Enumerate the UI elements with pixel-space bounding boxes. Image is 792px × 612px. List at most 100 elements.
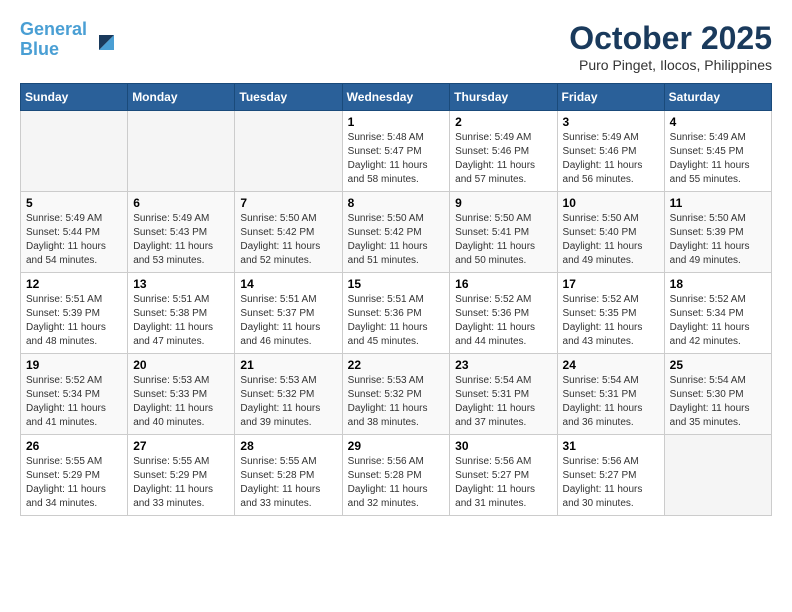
weekday-header-monday: Monday (128, 84, 235, 111)
day-info: Sunrise: 5:52 AM Sunset: 5:36 PM Dayligh… (455, 293, 551, 349)
day-number: 25 (670, 358, 766, 372)
calendar-cell: 2Sunrise: 5:49 AM Sunset: 5:46 PM Daylig… (450, 111, 557, 192)
calendar-cell: 11 Sunrise: 5:50 AM Sunset: 5:39 PM Dayli… (664, 192, 771, 273)
day-number: 5 (26, 196, 122, 210)
page-container: General Blue October 2025 Puro Pinget, I… (0, 0, 792, 526)
day-number: 28 (240, 439, 336, 453)
day-info: Sunrise: 5:51 AM Sunset: 5:36 PM Dayligh… (348, 293, 445, 349)
logo: General Blue (20, 20, 119, 60)
day-number: 16 (455, 277, 551, 291)
day-number: 10 (563, 196, 659, 210)
calendar-cell: 17 Sunrise: 5:52 AM Sunset: 5:35 PM Dayli… (557, 273, 664, 354)
page-header: General Blue October 2025 Puro Pinget, I… (20, 20, 772, 73)
day-info: Sunrise: 5:50 AM Sunset: 5:40 PM Dayligh… (563, 212, 659, 268)
calendar-cell: 26 Sunrise: 5:55 AM Sunset: 5:29 PM Dayli… (21, 435, 128, 516)
day-info: Sunrise: 5:49 AM Sunset: 5:43 PM Dayligh… (133, 212, 229, 268)
calendar-cell: 7 Sunrise: 5:50 AM Sunset: 5:42 PM Daylig… (235, 192, 342, 273)
title-block: October 2025 Puro Pinget, Ilocos, Philip… (569, 20, 772, 73)
day-number: 9 (455, 196, 551, 210)
day-info: Sunrise: 5:48 AM Sunset: 5:47 PM Dayligh… (348, 131, 445, 187)
calendar-cell: 24 Sunrise: 5:54 AM Sunset: 5:31 PM Dayli… (557, 354, 664, 435)
calendar-cell: 14 Sunrise: 5:51 AM Sunset: 5:37 PM Dayli… (235, 273, 342, 354)
calendar-table: SundayMondayTuesdayWednesdayThursdayFrid… (20, 83, 772, 516)
calendar-cell (21, 111, 128, 192)
day-info: Sunrise: 5:56 AM Sunset: 5:28 PM Dayligh… (348, 455, 445, 511)
calendar-cell: 10 Sunrise: 5:50 AM Sunset: 5:40 PM Dayli… (557, 192, 664, 273)
day-number: 20 (133, 358, 229, 372)
day-number: 22 (348, 358, 445, 372)
day-info: Sunrise: 5:54 AM Sunset: 5:30 PM Dayligh… (670, 374, 766, 430)
calendar-cell: 21Sunrise: 5:53 AM Sunset: 5:32 PM Dayli… (235, 354, 342, 435)
calendar-cell: 15 Sunrise: 5:51 AM Sunset: 5:36 PM Dayli… (342, 273, 450, 354)
day-number: 19 (26, 358, 122, 372)
weekday-header-tuesday: Tuesday (235, 84, 342, 111)
calendar-cell (664, 435, 771, 516)
day-info: Sunrise: 5:52 AM Sunset: 5:34 PM Dayligh… (26, 374, 122, 430)
day-info: Sunrise: 5:50 AM Sunset: 5:42 PM Dayligh… (348, 212, 445, 268)
day-number: 26 (26, 439, 122, 453)
day-info: Sunrise: 5:55 AM Sunset: 5:29 PM Dayligh… (26, 455, 122, 511)
calendar-week-4: 26 Sunrise: 5:55 AM Sunset: 5:29 PM Dayli… (21, 435, 772, 516)
weekday-header-row: SundayMondayTuesdayWednesdayThursdayFrid… (21, 84, 772, 111)
day-number: 13 (133, 277, 229, 291)
day-info: Sunrise: 5:54 AM Sunset: 5:31 PM Dayligh… (563, 374, 659, 430)
calendar-cell: 3Sunrise: 5:49 AM Sunset: 5:46 PM Daylig… (557, 111, 664, 192)
logo-line2: Blue (20, 39, 59, 59)
day-number: 2 (455, 115, 551, 129)
calendar-cell (235, 111, 342, 192)
day-number: 11 (670, 196, 766, 210)
calendar-cell: 23Sunrise: 5:54 AM Sunset: 5:31 PM Dayli… (450, 354, 557, 435)
calendar-cell (128, 111, 235, 192)
calendar-cell: 4Sunrise: 5:49 AM Sunset: 5:45 PM Daylig… (664, 111, 771, 192)
calendar-cell: 30 Sunrise: 5:56 AM Sunset: 5:27 PM Dayli… (450, 435, 557, 516)
calendar-cell: 9Sunrise: 5:50 AM Sunset: 5:41 PM Daylig… (450, 192, 557, 273)
day-info: Sunrise: 5:51 AM Sunset: 5:39 PM Dayligh… (26, 293, 122, 349)
calendar-cell: 5Sunrise: 5:49 AM Sunset: 5:44 PM Daylig… (21, 192, 128, 273)
day-number: 3 (563, 115, 659, 129)
day-info: Sunrise: 5:51 AM Sunset: 5:37 PM Dayligh… (240, 293, 336, 349)
day-number: 24 (563, 358, 659, 372)
weekday-header-saturday: Saturday (664, 84, 771, 111)
day-number: 14 (240, 277, 336, 291)
calendar-cell: 31Sunrise: 5:56 AM Sunset: 5:27 PM Dayli… (557, 435, 664, 516)
calendar-cell: 28 Sunrise: 5:55 AM Sunset: 5:28 PM Dayli… (235, 435, 342, 516)
day-info: Sunrise: 5:55 AM Sunset: 5:28 PM Dayligh… (240, 455, 336, 511)
day-info: Sunrise: 5:53 AM Sunset: 5:32 PM Dayligh… (348, 374, 445, 430)
weekday-header-thursday: Thursday (450, 84, 557, 111)
weekday-header-wednesday: Wednesday (342, 84, 450, 111)
day-info: Sunrise: 5:51 AM Sunset: 5:38 PM Dayligh… (133, 293, 229, 349)
calendar-cell: 25 Sunrise: 5:54 AM Sunset: 5:30 PM Dayli… (664, 354, 771, 435)
day-number: 15 (348, 277, 445, 291)
day-info: Sunrise: 5:56 AM Sunset: 5:27 PM Dayligh… (563, 455, 659, 511)
calendar-body: 1Sunrise: 5:48 AM Sunset: 5:47 PM Daylig… (21, 111, 772, 516)
calendar-cell: 29Sunrise: 5:56 AM Sunset: 5:28 PM Dayli… (342, 435, 450, 516)
day-number: 8 (348, 196, 445, 210)
calendar-cell: 8 Sunrise: 5:50 AM Sunset: 5:42 PM Daylig… (342, 192, 450, 273)
day-number: 7 (240, 196, 336, 210)
day-info: Sunrise: 5:55 AM Sunset: 5:29 PM Dayligh… (133, 455, 229, 511)
day-number: 17 (563, 277, 659, 291)
calendar-header: SundayMondayTuesdayWednesdayThursdayFrid… (21, 84, 772, 111)
day-number: 27 (133, 439, 229, 453)
day-info: Sunrise: 5:52 AM Sunset: 5:35 PM Dayligh… (563, 293, 659, 349)
calendar-cell: 18 Sunrise: 5:52 AM Sunset: 5:34 PM Dayli… (664, 273, 771, 354)
day-info: Sunrise: 5:52 AM Sunset: 5:34 PM Dayligh… (670, 293, 766, 349)
calendar-cell: 16 Sunrise: 5:52 AM Sunset: 5:36 PM Dayli… (450, 273, 557, 354)
calendar-week-1: 5Sunrise: 5:49 AM Sunset: 5:44 PM Daylig… (21, 192, 772, 273)
day-number: 18 (670, 277, 766, 291)
day-info: Sunrise: 5:56 AM Sunset: 5:27 PM Dayligh… (455, 455, 551, 511)
day-info: Sunrise: 5:50 AM Sunset: 5:39 PM Dayligh… (670, 212, 766, 268)
calendar-cell: 20Sunrise: 5:53 AM Sunset: 5:33 PM Dayli… (128, 354, 235, 435)
location-subtitle: Puro Pinget, Ilocos, Philippines (569, 57, 772, 73)
calendar-week-3: 19 Sunrise: 5:52 AM Sunset: 5:34 PM Dayli… (21, 354, 772, 435)
calendar-cell: 6 Sunrise: 5:49 AM Sunset: 5:43 PM Daylig… (128, 192, 235, 273)
day-number: 30 (455, 439, 551, 453)
weekday-header-friday: Friday (557, 84, 664, 111)
day-info: Sunrise: 5:53 AM Sunset: 5:32 PM Dayligh… (240, 374, 336, 430)
day-number: 23 (455, 358, 551, 372)
calendar-week-0: 1Sunrise: 5:48 AM Sunset: 5:47 PM Daylig… (21, 111, 772, 192)
day-info: Sunrise: 5:50 AM Sunset: 5:42 PM Dayligh… (240, 212, 336, 268)
day-number: 12 (26, 277, 122, 291)
day-number: 6 (133, 196, 229, 210)
day-number: 4 (670, 115, 766, 129)
